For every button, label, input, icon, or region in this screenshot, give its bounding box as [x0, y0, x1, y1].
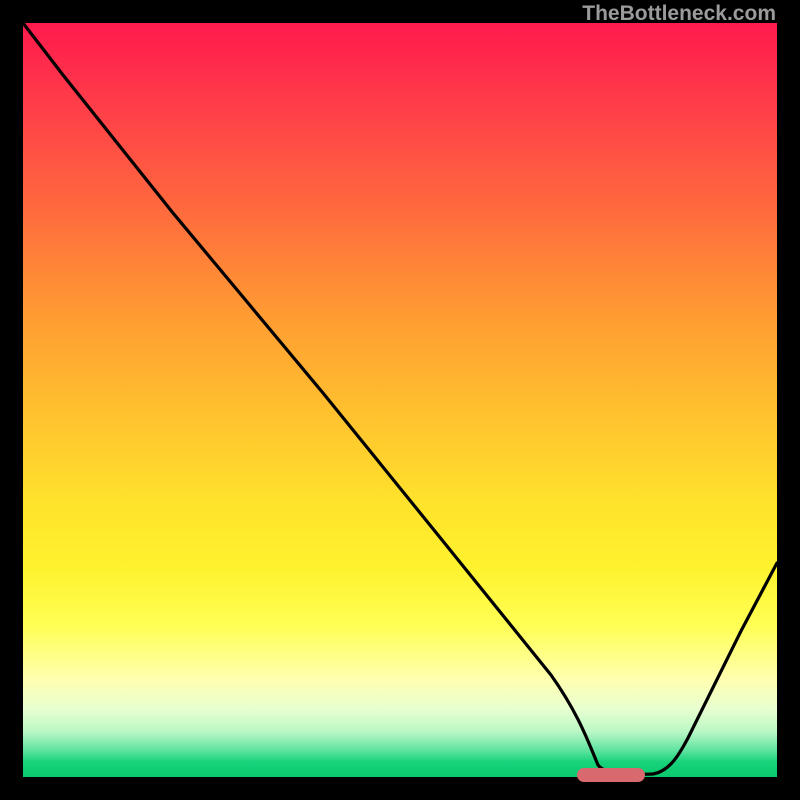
- optimal-range-marker: [577, 768, 645, 782]
- bottleneck-curve: [23, 23, 777, 777]
- chart-area: [23, 23, 777, 777]
